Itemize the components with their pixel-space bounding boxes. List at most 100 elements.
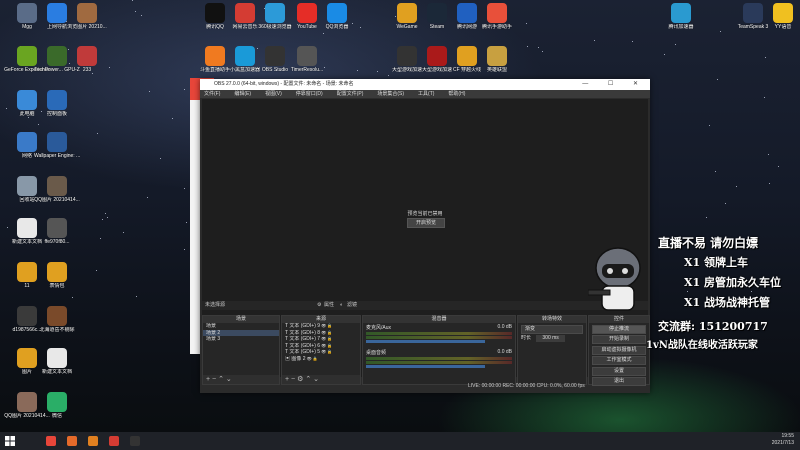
source-item[interactable]: ▣ 图像 2 👁 🔒 bbox=[282, 356, 360, 363]
scenes-header: 场景 bbox=[203, 316, 279, 323]
mixer-channel: 麦克风/Aux 0.0 dB bbox=[363, 324, 515, 343]
menu-item[interactable]: 编辑(E) bbox=[234, 91, 251, 97]
duration-input[interactable]: 300 ms bbox=[536, 335, 565, 342]
star bbox=[387, 75, 389, 77]
visibility-lock-icons[interactable]: 👁 🔒 bbox=[320, 330, 332, 335]
gear-icon[interactable]: ⚙ bbox=[317, 301, 321, 310]
control-button[interactable]: 设置 bbox=[592, 366, 646, 376]
up-icon[interactable]: ⌃ bbox=[305, 376, 311, 383]
transition-select[interactable]: 渐变 bbox=[521, 324, 583, 334]
control-button[interactable]: 停止推流 bbox=[592, 324, 646, 334]
star bbox=[96, 269, 98, 271]
desktop-icon[interactable]: 腾讯手游助手 bbox=[474, 3, 520, 30]
menu-item[interactable]: 工具(T) bbox=[418, 91, 434, 97]
app-icon bbox=[327, 3, 347, 23]
control-button[interactable]: 开始录制 bbox=[592, 335, 646, 344]
menu-item[interactable]: 帮助(H) bbox=[448, 91, 465, 97]
filter-icon[interactable]: ◐ bbox=[340, 301, 343, 310]
desktop-icon[interactable]: 控制面板 bbox=[34, 90, 80, 117]
desktop-icon[interactable]: 北海道岳不剔除 bbox=[34, 306, 80, 333]
visibility-lock-icons[interactable]: 👁 🔒 bbox=[320, 343, 332, 348]
star bbox=[717, 79, 718, 81]
menu-item[interactable]: 停靠窗口(D) bbox=[296, 91, 323, 97]
volume-slider[interactable] bbox=[366, 365, 485, 368]
level-meter bbox=[366, 336, 512, 339]
desktop-icon[interactable]: QQ浏览器 bbox=[314, 3, 360, 30]
overlay-perk-3: X1 战场战神托管 bbox=[684, 296, 771, 309]
desktop-icon[interactable]: 腾讯加速器 bbox=[658, 3, 704, 30]
app-icon bbox=[47, 392, 67, 412]
star bbox=[183, 188, 185, 190]
gear-icon[interactable]: ⚙ bbox=[297, 376, 303, 383]
mixer-channel: 桌面音频 0.0 dB bbox=[363, 349, 515, 368]
tray-time: 19:55 bbox=[781, 433, 794, 439]
menu-item[interactable]: 配置文件(P) bbox=[337, 91, 364, 97]
desktop-icon[interactable]: 表情包 bbox=[34, 262, 80, 289]
desktop-icon[interactable]: 英雄联盟 bbox=[474, 46, 520, 73]
system-tray-clock[interactable]: 19:55 2021/7/13 bbox=[772, 433, 794, 447]
star bbox=[769, 182, 771, 184]
star bbox=[767, 154, 769, 156]
star bbox=[105, 212, 107, 214]
desktop-icon[interactable]: 新建文本文档 bbox=[34, 348, 80, 375]
sources-dock: 来源 T 文本 (GDI+) 9 👁 🔒 T 文本 (GDI+) 8 👁 🔒 T 文… bbox=[281, 315, 361, 385]
properties-button[interactable]: 属性 bbox=[324, 301, 334, 310]
taskbar-app-icon[interactable] bbox=[88, 436, 98, 446]
menu-item[interactable]: 文件(F) bbox=[204, 91, 220, 97]
sources-header: 来源 bbox=[282, 316, 360, 323]
control-button[interactable]: 工作室模式 bbox=[592, 356, 646, 365]
star bbox=[764, 56, 766, 58]
source-label: 文本 (GDI+) 5 bbox=[289, 349, 321, 355]
taskbar-app-icon[interactable] bbox=[46, 436, 56, 446]
desktop-icon[interactable]: ffe970f80... bbox=[34, 218, 80, 245]
app-icon bbox=[47, 262, 67, 282]
visibility-lock-icons[interactable]: 👁 🔒 bbox=[320, 349, 332, 354]
remove-icon[interactable]: − bbox=[291, 376, 295, 383]
menu-item[interactable]: 场景集合(S) bbox=[377, 91, 404, 97]
desktop-icon-label: 233 bbox=[82, 67, 92, 73]
desktop-icon[interactable]: 浏览图片 20210... bbox=[64, 3, 110, 30]
app-icon bbox=[47, 348, 67, 368]
desktop-icon[interactable]: 微信 bbox=[34, 392, 80, 419]
taskbar-app-icon[interactable] bbox=[130, 436, 140, 446]
taskbar-app-icon[interactable] bbox=[67, 436, 77, 446]
star bbox=[322, 32, 324, 34]
window-controls[interactable]: — ☐ ✕ bbox=[582, 79, 647, 90]
obs-window[interactable]: OBS 27.0.0 (64-bit, windows) - 配置文件: 未命名… bbox=[200, 79, 650, 393]
desktop-icon-label: 控制面板 bbox=[46, 111, 67, 117]
star bbox=[664, 53, 666, 55]
up-icon[interactable]: ⌃ bbox=[218, 376, 224, 383]
visibility-lock-icons[interactable]: 👁 🔒 bbox=[320, 336, 332, 341]
app-icon bbox=[671, 3, 691, 23]
source-label: 文本 (GDI+) 7 bbox=[289, 336, 321, 342]
add-icon[interactable]: + bbox=[285, 376, 289, 383]
app-icon bbox=[773, 3, 793, 23]
app-icon bbox=[487, 3, 507, 23]
filters-button[interactable]: 滤镜 bbox=[347, 301, 357, 310]
desktop-icon[interactable]: YY语音 bbox=[760, 3, 800, 30]
visibility-lock-icons[interactable]: 👁 🔒 bbox=[320, 323, 332, 328]
taskbar-app-icon[interactable] bbox=[109, 436, 119, 446]
visibility-lock-icons[interactable]: 👁 🔒 bbox=[306, 356, 318, 361]
remove-icon[interactable]: − bbox=[212, 376, 216, 383]
desktop-icon[interactable]: Wallpaper Engine: ... bbox=[34, 132, 80, 159]
app-icon bbox=[47, 90, 67, 110]
desktop-icon-label: 表情包 bbox=[49, 283, 65, 289]
star bbox=[720, 31, 722, 33]
add-icon[interactable]: + bbox=[206, 376, 210, 383]
down-icon[interactable]: ⌄ bbox=[226, 376, 232, 383]
down-icon[interactable]: ⌄ bbox=[313, 376, 319, 383]
obs-title-bar[interactable]: OBS 27.0.0 (64-bit, windows) - 配置文件: 未命名… bbox=[200, 79, 650, 90]
control-button[interactable]: 启动虚拟摄像机 bbox=[592, 345, 646, 355]
level-meter bbox=[366, 332, 512, 335]
volume-slider[interactable] bbox=[366, 340, 485, 343]
desktop-icon[interactable]: TimerResolu... bbox=[284, 46, 330, 73]
enable-preview-button[interactable]: 开启预览 bbox=[407, 218, 445, 228]
desktop-icon[interactable]: QQ图片 20210414... bbox=[34, 176, 80, 203]
control-button[interactable]: 退出 bbox=[592, 377, 646, 386]
scene-item[interactable]: 场景 3 bbox=[203, 336, 279, 343]
desktop-icon[interactable]: 233 bbox=[64, 46, 110, 73]
star bbox=[172, 118, 174, 120]
menu-item[interactable]: 视图(V) bbox=[265, 91, 282, 97]
windows-start-icon[interactable] bbox=[5, 436, 15, 446]
